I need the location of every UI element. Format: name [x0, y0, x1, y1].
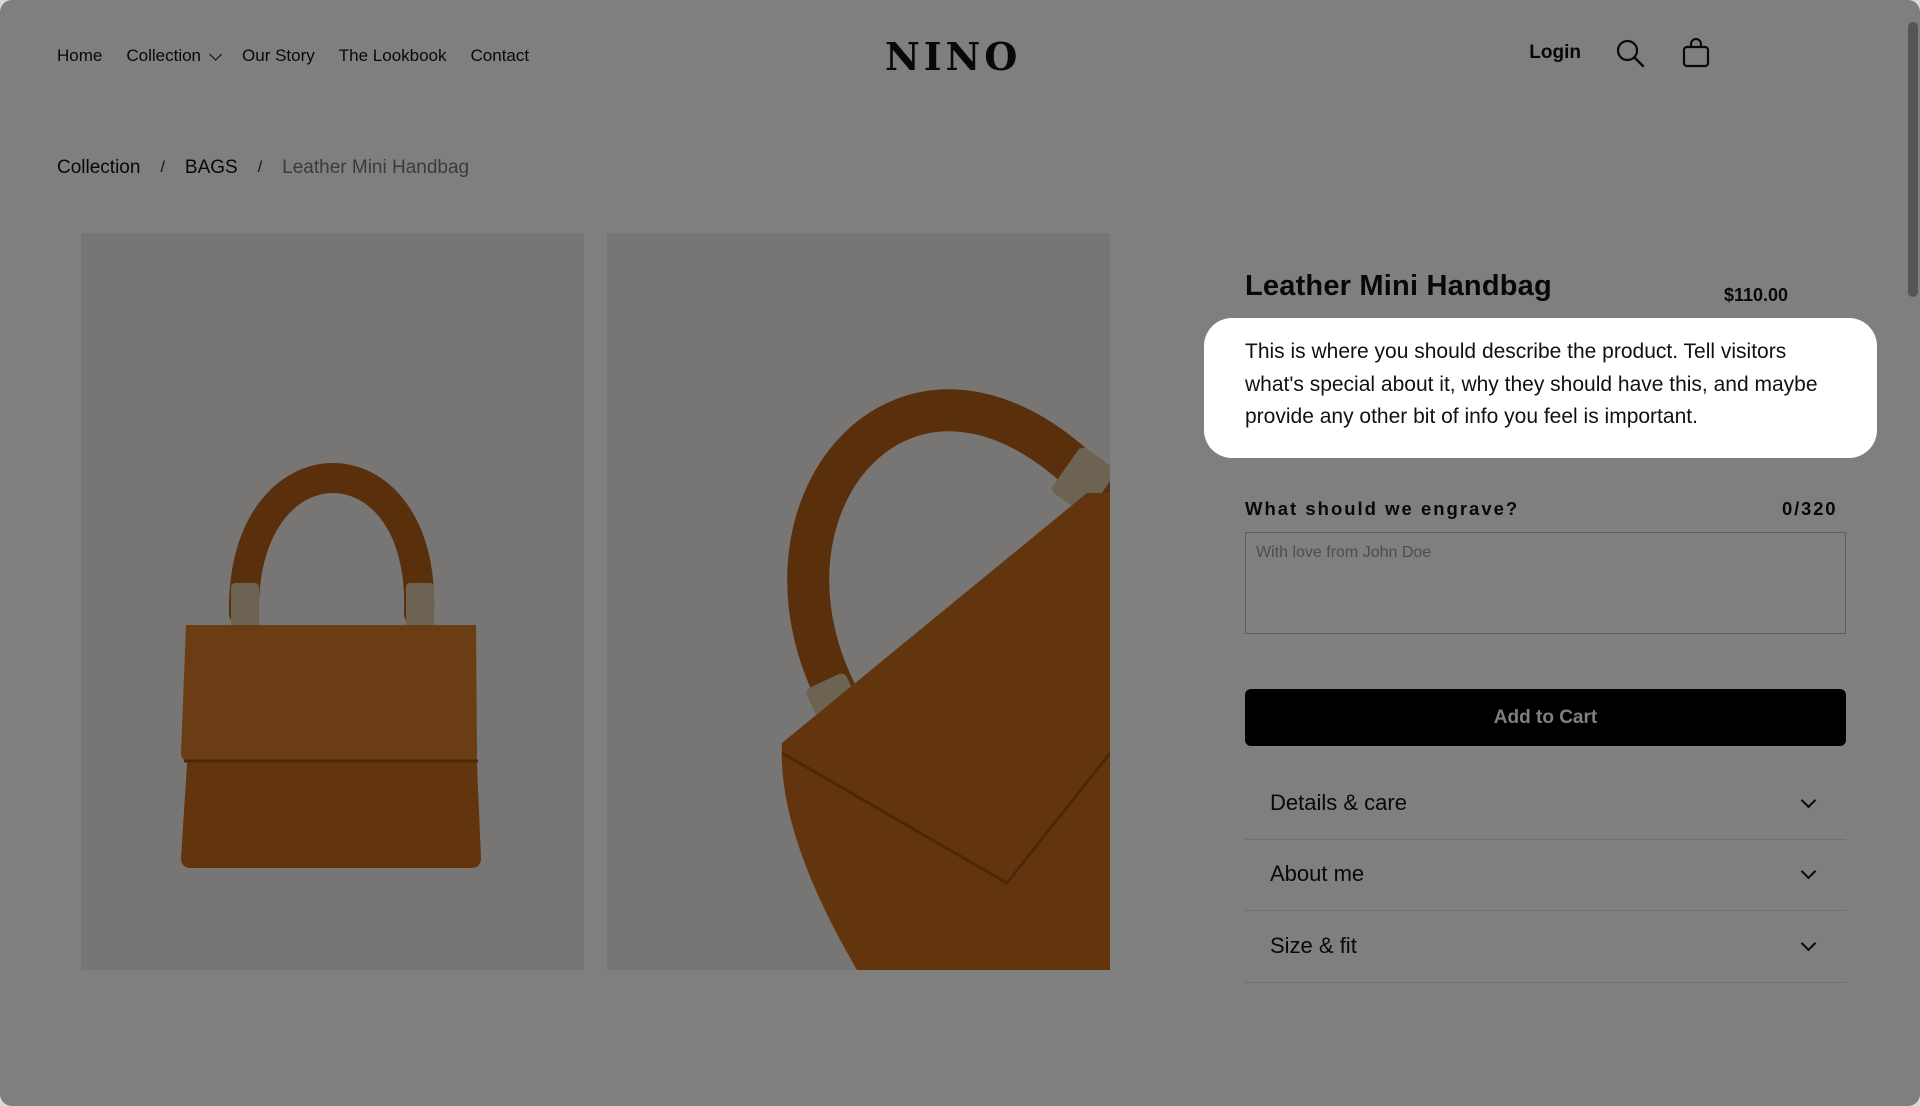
product-description: This is where you should describe the pr… [1245, 340, 1818, 428]
accordion-details-care[interactable]: Details & care [1245, 769, 1846, 840]
accordion-size-fit[interactable]: Size & fit [1245, 912, 1846, 983]
product-title: Leather Mini Handbag [1245, 270, 1552, 302]
chevron-down-icon [1800, 792, 1817, 809]
site-logo[interactable]: NINO [885, 34, 1021, 79]
add-to-cart-button[interactable]: Add to Cart [1245, 689, 1846, 746]
accordion-label: Details & care [1270, 790, 1407, 815]
product-image-front[interactable] [81, 233, 584, 970]
header-actions: Login [1529, 36, 1713, 70]
chevron-down-icon [209, 47, 223, 61]
engrave-input[interactable] [1245, 532, 1846, 634]
scrollbar-thumb[interactable] [1908, 22, 1918, 297]
breadcrumb-collection[interactable]: Collection [57, 157, 140, 179]
search-icon[interactable] [1613, 36, 1647, 70]
product-price: $110.00 [1724, 285, 1789, 305]
accordion-label: About me [1270, 861, 1365, 886]
breadcrumb-separator: / [257, 159, 263, 176]
shopping-bag-icon[interactable] [1679, 36, 1713, 70]
engrave-label: What should we engrave? [1245, 498, 1520, 519]
accordion-label: Size & fit [1270, 933, 1357, 958]
accordion-about-me[interactable]: About me [1245, 840, 1846, 911]
nav-our-story[interactable]: Our Story [242, 46, 315, 66]
site-header: Home Collection Our Story The Lookbook C… [0, 0, 1920, 112]
product-description-highlight: This is where you should describe the pr… [1204, 318, 1877, 458]
handbag-front-illustration [181, 463, 481, 868]
page: Home Collection Our Story The Lookbook C… [0, 0, 1920, 1106]
breadcrumb-separator: / [160, 159, 165, 176]
breadcrumb: Collection / BAGS / Leather Mini Handbag [57, 157, 469, 179]
breadcrumb-current: Leather Mini Handbag [282, 157, 470, 178]
product-image-closeup[interactable] [607, 233, 1110, 970]
nav-contact[interactable]: Contact [471, 46, 530, 66]
nav-lookbook[interactable]: The Lookbook [339, 46, 447, 66]
chevron-down-icon [1800, 935, 1817, 952]
main-nav: Home Collection Our Story The Lookbook C… [57, 46, 529, 66]
chevron-down-icon [1800, 863, 1817, 880]
login-link[interactable]: Login [1529, 42, 1581, 64]
breadcrumb-bags[interactable]: BAGS [185, 157, 238, 179]
nav-collection[interactable]: Collection [126, 46, 223, 66]
engrave-char-count: 0/320 [1782, 498, 1838, 519]
nav-collection-label: Collection [126, 46, 202, 65]
handbag-closeup-illustration [781, 389, 1110, 970]
nav-home[interactable]: Home [57, 46, 102, 66]
